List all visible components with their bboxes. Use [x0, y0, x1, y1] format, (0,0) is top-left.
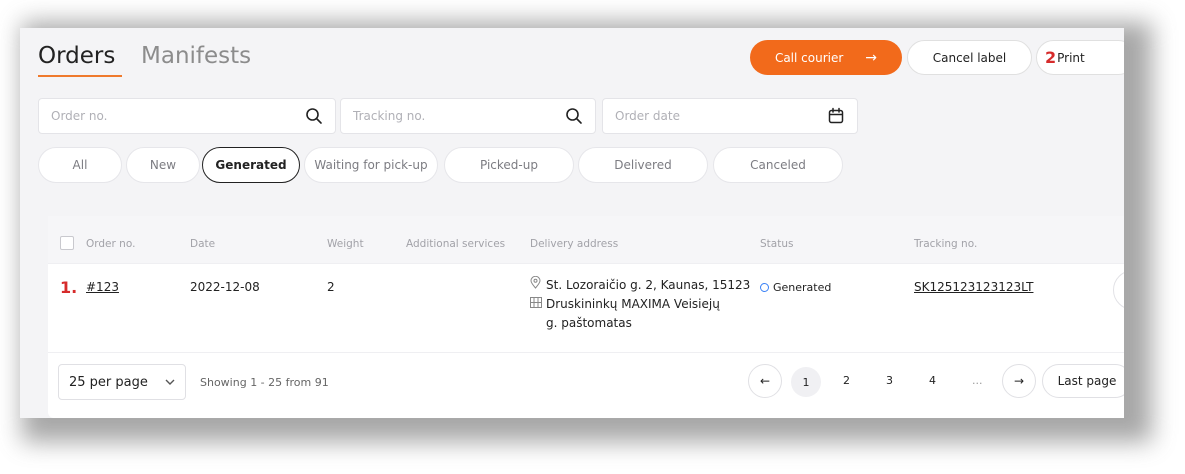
- filter-picked-up[interactable]: Picked-up: [444, 147, 574, 183]
- orders-panel: Orders Manifests Call courier → Cancel l…: [20, 28, 1124, 418]
- filter-generated[interactable]: Generated: [202, 147, 300, 183]
- page-4[interactable]: 4: [929, 374, 936, 387]
- tracking-no-link[interactable]: SK125123123123LT: [914, 280, 1033, 294]
- page-ellipsis: ...: [972, 374, 983, 387]
- filter-waiting-for-pick-up[interactable]: Waiting for pick-up: [304, 147, 438, 183]
- order-weight: 2: [327, 280, 335, 294]
- order-date-input[interactable]: [615, 109, 827, 123]
- active-tab-underline: [38, 75, 122, 77]
- annotation-marker-2: 2: [1045, 48, 1057, 67]
- order-no-input[interactable]: [51, 109, 305, 123]
- address-line: g. paštomatas: [530, 314, 750, 333]
- column-additional-services: Additional services: [406, 238, 506, 250]
- status-label: Generated: [773, 281, 832, 294]
- address-line: St. Lozoraičio g. 2, Kaunas, 15123: [530, 275, 751, 295]
- per-page-value: 25 per page: [69, 374, 148, 390]
- per-page-select[interactable]: 25 per page: [58, 364, 186, 400]
- print-label: Print: [1057, 50, 1085, 65]
- address-locker-cont: g. paštomatas: [546, 316, 632, 330]
- location-pin-icon: [530, 275, 546, 295]
- status-badge: Generated: [760, 281, 831, 294]
- column-order-no: Order no.: [86, 238, 136, 250]
- search-icon[interactable]: [565, 107, 583, 125]
- last-page-button[interactable]: Last page: [1042, 364, 1124, 398]
- order-date-field[interactable]: [602, 98, 858, 134]
- parcel-locker-icon: [530, 295, 546, 314]
- filter-delivered[interactable]: Delivered: [578, 147, 708, 183]
- row-action-button[interactable]: [1113, 270, 1124, 310]
- column-delivery-address: Delivery address: [530, 238, 619, 250]
- call-courier-button[interactable]: Call courier →: [750, 40, 902, 75]
- address-street: St. Lozoraičio g. 2, Kaunas, 15123: [546, 278, 751, 292]
- annotation-marker-1: 1.: [60, 278, 78, 297]
- page-3[interactable]: 3: [886, 374, 893, 387]
- orders-table: Order no. Date Weight Additional service…: [48, 216, 1124, 418]
- order-date: 2022-12-08: [190, 280, 260, 294]
- status-dot-icon: [760, 283, 769, 292]
- search-icon[interactable]: [305, 107, 323, 125]
- filter-all[interactable]: All: [38, 147, 122, 183]
- tracking-no-input[interactable]: [353, 109, 565, 123]
- calendar-icon[interactable]: [827, 107, 845, 125]
- call-courier-label: Call courier: [774, 50, 844, 65]
- page-2[interactable]: 2: [843, 374, 850, 387]
- prev-page-button[interactable]: ←: [748, 364, 782, 398]
- address-locker: Druskininkų MAXIMA Veisiejų: [546, 297, 720, 311]
- cancel-label-button[interactable]: Cancel label: [907, 40, 1032, 75]
- column-status: Status: [760, 238, 794, 250]
- chevron-down-icon: [165, 377, 175, 388]
- column-weight: Weight: [327, 238, 364, 250]
- column-tracking-no: Tracking no.: [914, 238, 978, 250]
- filter-new[interactable]: New: [126, 147, 200, 183]
- order-no-link[interactable]: #123: [86, 280, 119, 294]
- order-no-field[interactable]: [38, 98, 336, 134]
- next-page-button[interactable]: →: [1002, 364, 1036, 398]
- address-line: Druskininkų MAXIMA Veisiejų: [530, 295, 750, 314]
- column-date: Date: [190, 238, 216, 250]
- print-button[interactable]: 2 Print: [1036, 40, 1124, 75]
- tab-manifests[interactable]: Manifests: [141, 43, 251, 69]
- delivery-address: St. Lozoraičio g. 2, Kaunas, 15123 Drusk…: [530, 275, 751, 333]
- tab-orders[interactable]: Orders: [38, 43, 115, 69]
- filter-canceled[interactable]: Canceled: [713, 147, 843, 183]
- divider: [48, 352, 1124, 353]
- select-all-checkbox[interactable]: [60, 236, 74, 250]
- tracking-no-field[interactable]: [340, 98, 596, 134]
- showing-count: Showing 1 - 25 from 91: [200, 376, 329, 389]
- table-header: Order no. Date Weight Additional service…: [48, 216, 1124, 264]
- arrow-right-icon: →: [865, 49, 878, 66]
- page-1[interactable]: 1: [791, 367, 821, 397]
